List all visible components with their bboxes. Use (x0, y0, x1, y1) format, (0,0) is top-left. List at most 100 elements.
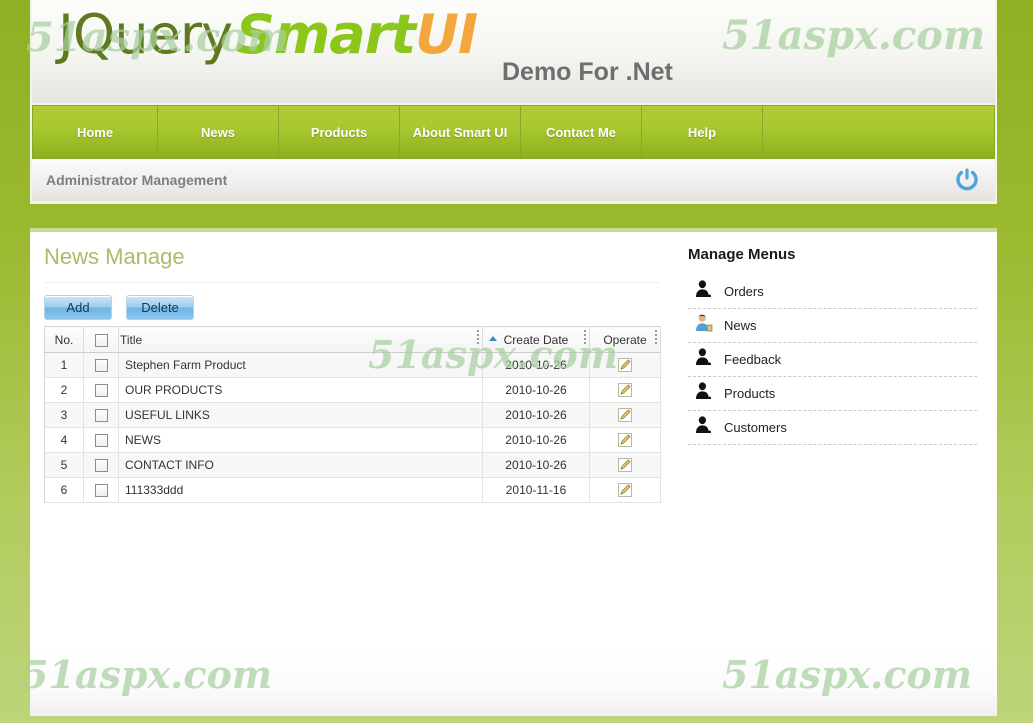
column-header-title[interactable]: Title (118, 326, 483, 353)
cell-operate[interactable] (589, 452, 661, 478)
main-nav-wrapper: Home News Products About Smart UI Contact Me… (30, 103, 997, 159)
column-header-create-date-label: Create Date (503, 332, 569, 347)
column-resize-grip-date[interactable] (584, 330, 586, 346)
row-checkbox[interactable] (94, 384, 108, 398)
column-header-operate[interactable]: Operate (589, 326, 661, 353)
nav-item-about-smart-ui[interactable]: About Smart UI (400, 106, 521, 158)
page-shell: JQuerySmartUI Demo For .Net Home News Prod… (30, 0, 997, 723)
column-resize-grip-operate[interactable] (655, 330, 657, 346)
sort-ascending-icon (489, 336, 497, 341)
user-icon (696, 280, 711, 297)
edit-icon (618, 383, 632, 397)
logo-text-smart: Smart (236, 3, 416, 66)
toolbar: Add Delete (44, 295, 670, 320)
menu-item-label: Products (724, 386, 776, 401)
menu-item-customers[interactable]: Customers (688, 411, 977, 445)
cell-select[interactable] (83, 377, 119, 403)
edit-row-button[interactable] (617, 382, 633, 397)
edit-row-button[interactable] (617, 482, 633, 497)
logo-text-jquery: JQuery (58, 3, 233, 66)
edit-icon (618, 458, 632, 472)
column-resize-grip-title[interactable] (477, 330, 479, 346)
cell-select[interactable] (83, 452, 119, 478)
cell-operate[interactable] (589, 352, 661, 378)
cell-select[interactable] (83, 477, 119, 503)
table-row[interactable]: 4 NEWS 2010-10-26 (44, 427, 661, 453)
edit-row-button[interactable] (617, 432, 633, 447)
cell-operate[interactable] (589, 377, 661, 403)
menu-item-label: Orders (724, 284, 764, 299)
nav-item-label: Products (310, 124, 368, 140)
menu-item-feedback[interactable]: Feedback (688, 343, 977, 377)
news-grid-header: No. Title Create Date Operate (44, 326, 661, 353)
cell-select[interactable] (83, 402, 119, 428)
select-all-checkbox[interactable] (94, 333, 108, 347)
cell-operate[interactable] (589, 427, 661, 453)
logo-text-ui: UI (415, 3, 478, 66)
menu-item-label: Customers (724, 420, 787, 435)
add-button[interactable]: Add (44, 295, 112, 320)
edit-icon (618, 408, 632, 422)
admin-bar-wrapper: Administrator Management (30, 159, 997, 204)
table-row[interactable]: 3 USEFUL LINKS 2010-10-26 (44, 402, 661, 428)
power-icon[interactable] (953, 166, 981, 194)
edit-row-button[interactable] (617, 407, 633, 422)
table-row[interactable]: 2 OUR PRODUCTS 2010-10-26 (44, 377, 661, 403)
column-header-create-date[interactable]: Create Date (482, 326, 590, 353)
nav-item-home[interactable]: Home (33, 106, 158, 158)
content-panel: News Manage Add Delete No. Title Create … (30, 228, 997, 648)
row-checkbox[interactable] (94, 484, 108, 498)
cell-title: NEWS (118, 427, 483, 453)
nav-item-label: Contact Me (545, 124, 617, 140)
cell-no: 5 (44, 452, 84, 478)
menu-item-label: News (724, 318, 757, 333)
manage-menus-list: Orders News Feedback Products Customers (688, 275, 977, 445)
site-logo[interactable]: JQuerySmartUI (58, 3, 478, 66)
cell-operate[interactable] (589, 477, 661, 503)
table-row[interactable]: 6 111333ddd 2010-11-16 (44, 477, 661, 503)
menu-item-orders[interactable]: Orders (688, 275, 977, 309)
nav-item-label: Help (687, 124, 717, 140)
row-checkbox[interactable] (94, 359, 108, 373)
cell-create-date: 2010-10-26 (482, 377, 590, 403)
cell-create-date: 2010-10-26 (482, 352, 590, 378)
header-content-gap (30, 204, 997, 228)
news-grid: No. Title Create Date Operate 1 Stephen … (44, 326, 661, 503)
cell-title: 111333ddd (118, 477, 483, 503)
cell-no: 2 (44, 377, 84, 403)
cell-create-date: 2010-11-16 (482, 477, 590, 503)
cell-create-date: 2010-10-26 (482, 452, 590, 478)
nav-item-news[interactable]: News (158, 106, 279, 158)
user-color-icon (694, 313, 714, 338)
table-row[interactable]: 5 CONTACT INFO 2010-10-26 (44, 452, 661, 478)
nav-item-label: About Smart UI (412, 124, 508, 140)
edit-row-button[interactable] (617, 457, 633, 472)
cell-select[interactable] (83, 352, 119, 378)
user-icon (694, 381, 714, 406)
nav-item-label: News (201, 124, 235, 140)
column-header-no-label: No. (54, 332, 74, 347)
cell-operate[interactable] (589, 402, 661, 428)
menu-item-news[interactable]: News (688, 309, 977, 343)
edit-icon (618, 483, 632, 497)
user-icon (696, 382, 711, 399)
cell-no: 3 (44, 402, 84, 428)
row-checkbox[interactable] (94, 409, 108, 423)
edit-row-button[interactable] (617, 357, 633, 372)
table-row[interactable]: 1 Stephen Farm Product 2010-10-26 (44, 352, 661, 378)
main-nav: Home News Products About Smart UI Contact Me… (32, 105, 995, 159)
cell-select[interactable] (83, 427, 119, 453)
column-header-no[interactable]: No. (44, 326, 84, 353)
nav-item-products[interactable]: Products (279, 106, 400, 158)
row-checkbox[interactable] (94, 459, 108, 473)
user-icon (694, 279, 714, 304)
cell-no: 1 (44, 352, 84, 378)
column-header-select-all[interactable] (83, 326, 119, 353)
user-color-icon (696, 314, 713, 332)
menu-item-products[interactable]: Products (688, 377, 977, 411)
row-checkbox[interactable] (94, 434, 108, 448)
delete-button[interactable]: Delete (126, 295, 194, 320)
nav-item-help[interactable]: Help (642, 106, 763, 158)
news-grid-body: 1 Stephen Farm Product 2010-10-26 2 OUR PROD… (44, 352, 661, 503)
nav-item-contact-me[interactable]: Contact Me (521, 106, 642, 158)
